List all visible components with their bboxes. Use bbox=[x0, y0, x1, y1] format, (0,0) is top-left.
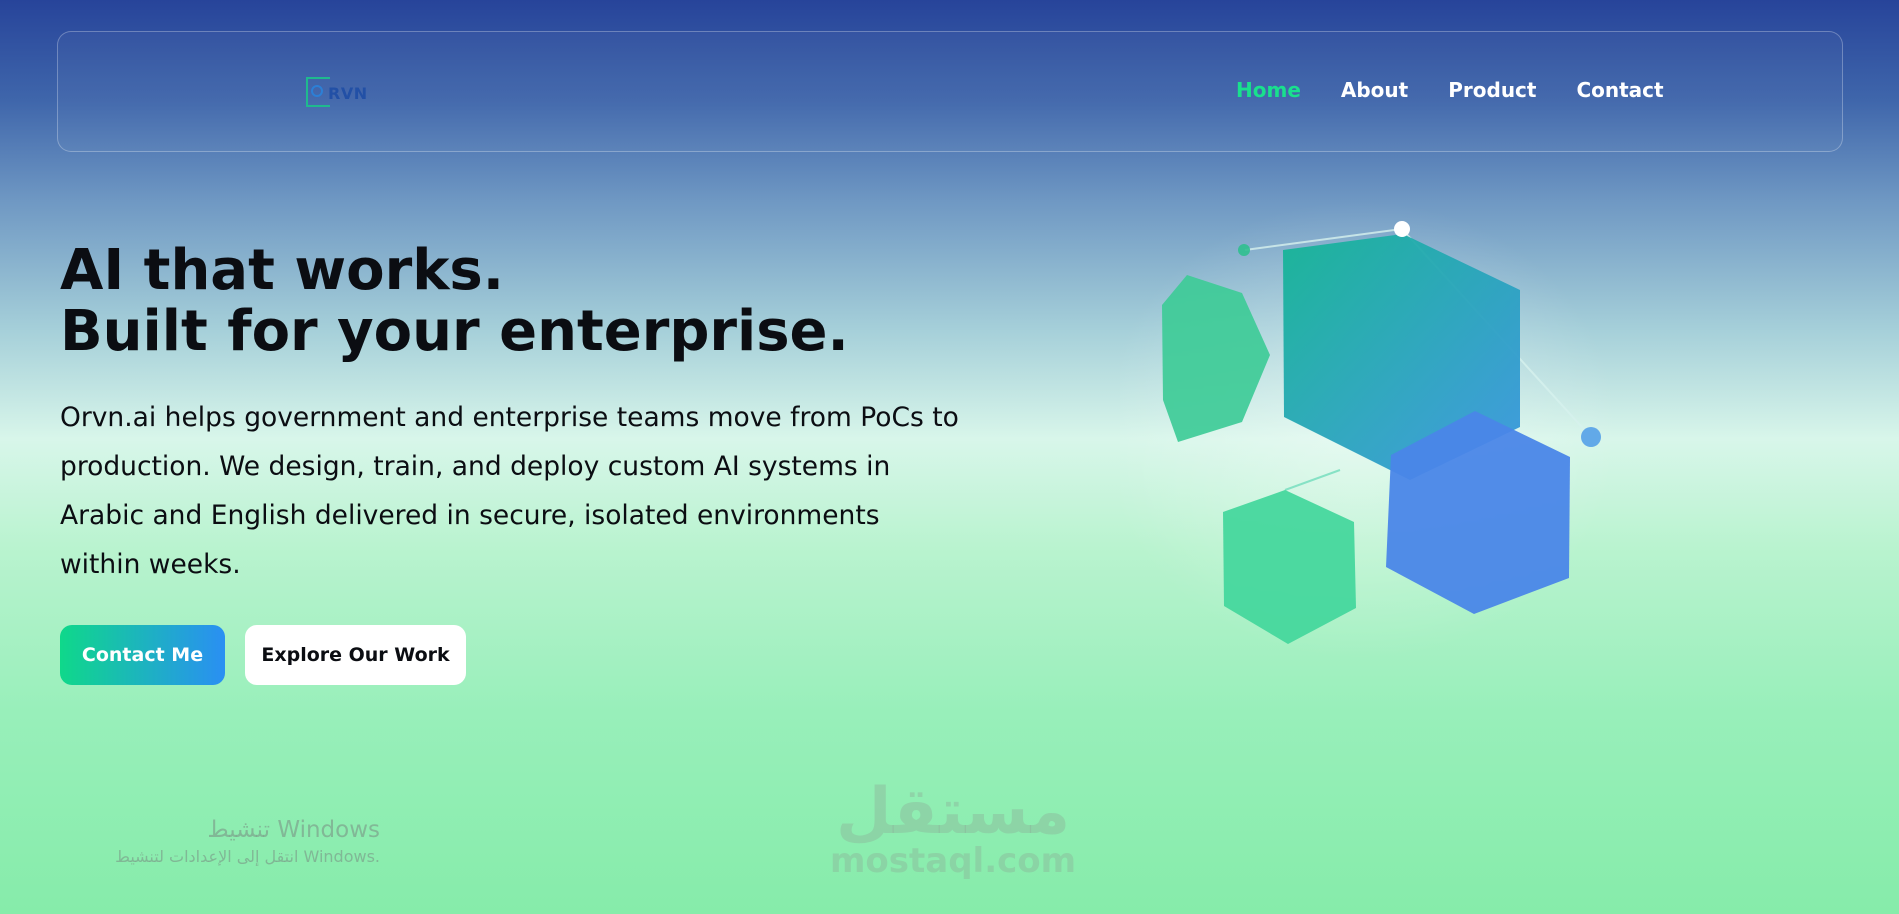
hexagon-network-illustration bbox=[1120, 200, 1620, 660]
windows-activation-notice: تنشيط Windows انتقل إلى الإعدادات لتنشيط… bbox=[60, 815, 380, 869]
top-navbar: RVN Home About Product Contact bbox=[57, 31, 1843, 152]
watermark-latin: mostaql.com bbox=[830, 841, 1077, 881]
nav-contact-link[interactable]: Contact bbox=[1576, 78, 1663, 102]
explore-work-button[interactable]: Explore Our Work bbox=[245, 625, 466, 685]
logo-mark-icon bbox=[306, 77, 330, 109]
hero-description: Orvn.ai helps government and enterprise … bbox=[60, 402, 959, 580]
nav-home-link[interactable]: Home bbox=[1236, 78, 1301, 102]
network-node-dot bbox=[1238, 244, 1250, 256]
hero-title-line-1: AI that works. bbox=[60, 238, 505, 303]
network-node-dot bbox=[1581, 427, 1601, 447]
hero-title-line-2: Built for your enterprise. bbox=[60, 299, 849, 364]
activation-title: تنشيط Windows bbox=[207, 817, 380, 843]
main-nav: Home About Product Contact bbox=[1236, 78, 1664, 102]
brand-logo[interactable]: RVN bbox=[306, 76, 368, 110]
nav-product-link[interactable]: Product bbox=[1448, 78, 1536, 102]
network-node-dot bbox=[1394, 221, 1410, 237]
watermark-arabic: مستقل bbox=[836, 775, 1071, 849]
hero-title: AI that works. Built for your enterprise… bbox=[60, 240, 849, 362]
mostaql-watermark: مستقل mostaql.com bbox=[830, 780, 1076, 878]
logo-text: RVN bbox=[328, 83, 368, 103]
contact-me-button[interactable]: Contact Me bbox=[60, 625, 225, 685]
activation-subtitle: انتقل إلى الإعدادات لتنشيط Windows. bbox=[115, 847, 380, 866]
nav-about-link[interactable]: About bbox=[1341, 78, 1408, 102]
